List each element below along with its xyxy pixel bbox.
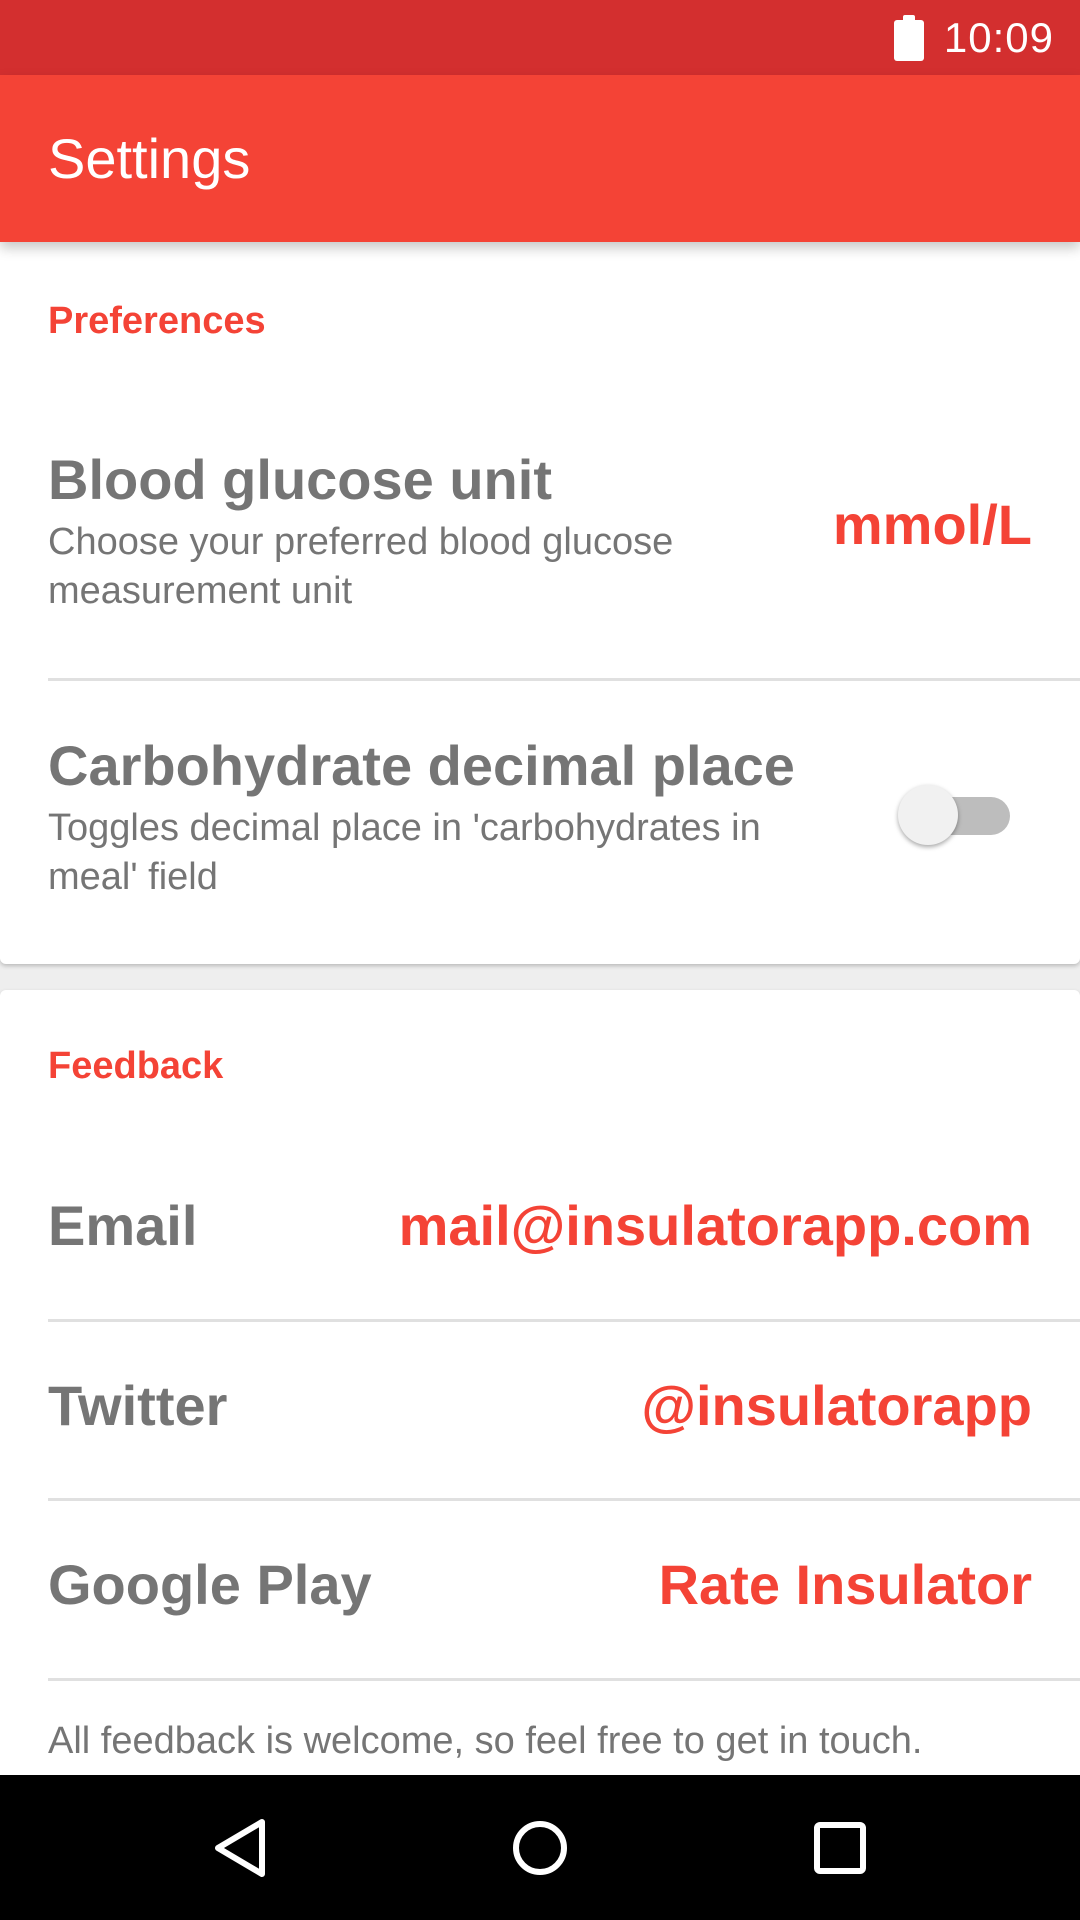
twitter-label: Twitter [48,1374,228,1437]
blood-glucose-unit-subtitle-line2: measurement unit [48,570,353,612]
status-time: 10:09 [943,13,1054,61]
google-play-label: Google Play [48,1553,372,1616]
feedback-card: Feedback Email mail@insulatorapp.com Twi… [0,990,1080,1775]
blood-glucose-unit-value[interactable]: mmol/L [833,492,1032,557]
toggle-thumb [898,785,958,845]
divider [48,1678,1080,1681]
battery-icon [893,14,924,61]
settings-content[interactable]: Preferences Blood glucose unit Choose yo… [0,242,1080,1775]
carbohydrate-decimal-setting[interactable]: Carbohydrate decimal place Toggles decim… [0,733,1080,898]
twitter-link[interactable]: @insulatorapp [641,1373,1032,1438]
feedback-header: Feedback [48,1045,224,1087]
google-play-row[interactable]: Google Play Rate Insulator [0,1552,1080,1622]
divider [48,678,1080,681]
rate-insulator-link[interactable]: Rate Insulator [659,1552,1032,1617]
home-icon [513,1820,567,1875]
email-link[interactable]: mail@insulatorapp.com [399,1193,1032,1258]
carbohydrate-decimal-title: Carbohydrate decimal place [48,734,795,797]
recents-button[interactable] [780,1795,900,1900]
divider [48,1498,1080,1501]
carbohydrate-decimal-subtitle-line2: meal' field [48,856,218,898]
blood-glucose-unit-setting[interactable]: Blood glucose unit Choose your preferred… [0,447,1080,612]
page-title: Settings [48,127,251,190]
divider [48,1319,1080,1322]
navigation-bar [0,1775,1080,1920]
back-button[interactable] [180,1795,300,1900]
blood-glucose-unit-subtitle-line1: Choose your preferred blood glucose [48,521,674,563]
recents-icon [814,1821,866,1874]
carbohydrate-decimal-subtitle-line1: Toggles decimal place in 'carbohydrates … [48,807,761,849]
twitter-row[interactable]: Twitter @insulatorapp [0,1373,1080,1443]
preferences-header: Preferences [48,300,266,342]
status-bar: 10:09 [0,0,1080,75]
screen: 10:09 Settings Preferences Blood glucose… [0,0,1080,1920]
email-label: Email [48,1194,198,1257]
preferences-card: Preferences Blood glucose unit Choose yo… [0,242,1080,964]
email-row[interactable]: Email mail@insulatorapp.com [0,1193,1080,1263]
feedback-footer-text: All feedback is welcome, so feel free to… [48,1720,923,1762]
carbohydrate-decimal-toggle[interactable] [898,785,1014,845]
back-icon [215,1818,265,1877]
home-button[interactable] [480,1795,600,1900]
blood-glucose-unit-title: Blood glucose unit [48,448,552,511]
app-bar: Settings [0,75,1080,242]
